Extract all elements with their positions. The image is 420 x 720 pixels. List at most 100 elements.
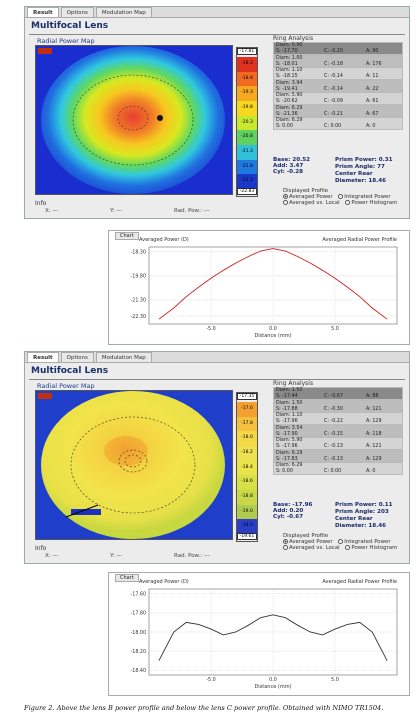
ring-sphere: S: 0.00 — [276, 124, 293, 129]
radial-power-map[interactable] — [35, 390, 233, 540]
radio-icon — [338, 539, 344, 544]
ring-axis: A: 0 — [366, 469, 376, 474]
diameter-value: Diameter: 18.46 — [335, 178, 387, 184]
ring-analysis-title: Ring Analysis — [273, 35, 314, 42]
x-tick-label: 5.0 — [331, 677, 339, 683]
ring-row[interactable]: Diam: 5.90 S: -17.96 C: -0.13 A: 121 — [273, 437, 403, 450]
ring-diameter: Diam: 6.29 — [276, 118, 303, 123]
tab-result[interactable]: Result — [27, 7, 59, 17]
scale-step-label: -21.8 — [237, 159, 257, 175]
ring-cylinder: C: 0.00 — [324, 469, 342, 474]
ring-axis: A: 129 — [366, 456, 382, 462]
ring-row[interactable]: Diam: 6.29 S: 0.00 C: 0.00 A: 0 — [273, 117, 403, 130]
ring-row[interactable]: Diam: 1.00 S: -18.01 C: -0.18 A: 176 — [273, 54, 403, 67]
ring-analysis-title: Ring Analysis — [273, 380, 314, 387]
option-power-histogram[interactable]: Power Histogram — [345, 200, 397, 206]
diameter-value: Diameter: 18.46 — [335, 523, 387, 529]
ring-sphere: S: -17.88 — [276, 406, 298, 412]
ring-diameter: Diam: 1.10 — [276, 413, 303, 418]
ring-axis: A: 0 — [366, 124, 376, 129]
radio-icon — [345, 545, 351, 550]
scale-step-label: -18.8 — [237, 71, 257, 87]
x-tick-label: 5.0 — [331, 326, 339, 332]
scale-step-label: -18.2 — [237, 446, 257, 461]
tab-modulation-map[interactable]: Modulation Map — [95, 7, 152, 17]
tab-bar: Result Options Modulation Map — [25, 352, 409, 363]
ring-diameter: Diam: 5.90 — [276, 438, 303, 443]
y-tick-label: -17.80 — [131, 611, 146, 617]
y-tick-label: -21.30 — [131, 298, 146, 304]
ring-diameter: Diam: 6.29 — [276, 105, 303, 111]
scale-min-label: -19.61 — [237, 533, 257, 540]
tab-result[interactable]: Result — [27, 352, 59, 362]
ring-cylinder: C: -0.14 — [324, 86, 343, 92]
displayed-profile: Displayed Profile Averaged Power Integra… — [283, 188, 408, 206]
ring-diameter: Diam: 6.29 — [276, 450, 303, 456]
ring-sphere: S: -21.36 — [276, 111, 298, 117]
ring-axis: A: 88 — [366, 394, 379, 399]
center-marker-icon — [157, 115, 163, 121]
y-tick-label: -22.30 — [131, 314, 146, 320]
ring-row[interactable]: Diam: 1.10 S: -18.15 C: -0.14 A: 11 — [273, 67, 403, 80]
panel-title: Multifocal Lens — [31, 366, 109, 376]
ring-axis: A: 61 — [366, 99, 379, 104]
ring-row[interactable]: Diam: 0.90 S: -17.70 C: -0.20 A: 90 — [273, 42, 403, 55]
ring-analysis: Ring Analysis Diam: 1.50 S: -17.44 C: -0.6… — [273, 380, 403, 475]
option-averaged-vs-local[interactable]: Averaged vs. Local — [283, 200, 340, 206]
ring-axis: A: 90 — [366, 49, 379, 54]
chart-panel-b: Chart Averaged Power (D) Averaged Radial … — [108, 572, 410, 696]
y-tick-label: -18.40 — [131, 668, 146, 674]
prism-power-value: Prism Power: 0.31 — [335, 157, 393, 163]
coord-readout: X: --- Y: --- Rad. Pow.: --- — [45, 553, 210, 559]
ring-row[interactable]: Diam: 6.29 S: -21.36 C: -0.21 A: 67 — [273, 104, 403, 117]
ring-row[interactable]: Diam: 3.94 S: -19.41 C: -0.14 A: 22 — [273, 79, 403, 92]
ring-cylinder: C: -0.15 — [324, 431, 343, 437]
tab-options[interactable]: Options — [60, 352, 94, 362]
x-axis-title: Distance (mm) — [254, 684, 291, 690]
figure-caption: Figure 2. Above the lens B power profile… — [24, 704, 384, 712]
ring-axis: A: 129 — [366, 419, 382, 424]
y-tick-label: -18.00 — [131, 630, 146, 636]
tab-modulation-map[interactable]: Modulation Map — [95, 352, 152, 362]
lens-stats: Base: 20.52 Add: 3.47 Cyl: -0.28 Prism P… — [273, 157, 408, 184]
x-tick-label: 0.0 — [269, 326, 277, 332]
scale-step-label: -20.8 — [237, 130, 257, 145]
scale-step-label: -18.3 — [237, 57, 257, 72]
coord-readout: X: --- Y: --- Rad. Pow.: --- — [45, 208, 210, 214]
ring-axis: A: 67 — [366, 111, 379, 117]
power-profile-chart-a: Averaged Power (D) Averaged Radial Power … — [131, 237, 398, 339]
ring-sphere: S: -17.44 — [276, 394, 298, 399]
ring-list: Diam: 1.50 S: -17.44 C: -0.67 A: 88 Diam: 1.… — [273, 387, 403, 475]
power-scale-bar: -17.81 -18.3 -18.8 -19.3 -19.8 -20.3 -20.8 -21.… — [236, 47, 258, 197]
ring-row[interactable]: Diam: 1.10 S: -17.96 C: -0.22 A: 129 — [273, 412, 403, 425]
radio-selected-icon — [283, 194, 288, 199]
ring-analysis: Ring Analysis Diam: 0.90 S: -17.70 C: -0.2… — [273, 35, 403, 130]
ring-cylinder: C: -0.22 — [324, 419, 343, 424]
x-tick-label: 0.0 — [269, 677, 277, 683]
x-axis-title: Distance (mm) — [254, 333, 291, 339]
ring-cylinder: C: -0.18 — [324, 61, 343, 67]
ring-row[interactable]: Diam: 1.50 S: -17.88 C: -0.30 A: 121 — [273, 399, 403, 412]
chart-title: Averaged Radial Power Profile — [322, 237, 397, 243]
tab-chart[interactable]: Chart — [115, 232, 139, 240]
ring-row[interactable]: Diam: 3.54 S: -17.90 C: -0.15 A: 118 — [273, 424, 403, 437]
scale-step-label: -20.3 — [237, 115, 257, 131]
ring-diameter: Diam: 1.50 — [276, 388, 303, 393]
option-averaged-vs-local[interactable]: Averaged vs. Local — [283, 545, 340, 551]
ring-row[interactable]: Diam: 6.29 S: -17.83 C: -0.13 A: 129 — [273, 449, 403, 462]
option-power-histogram[interactable]: Power Histogram — [345, 545, 397, 551]
ring-cylinder: C: -0.13 — [324, 456, 343, 462]
tab-options[interactable]: Options — [60, 7, 94, 17]
prism-angle-value: Prism Angle: 77 — [335, 164, 385, 170]
tab-chart[interactable]: Chart — [115, 574, 139, 582]
ring-row[interactable]: Diam: 5.90 S: -20.62 C: -0.09 A: 61 — [273, 92, 403, 105]
ring-sphere: S: -18.15 — [276, 74, 298, 79]
scale-step-label: -18.6 — [237, 475, 257, 490]
ring-diameter: Diam: 1.10 — [276, 68, 303, 73]
power-scale-bar: -17.35 -17.6 -17.8 -18.0 -18.2 -18.4 -18.6 -18.… — [236, 392, 258, 542]
ring-row[interactable]: Diam: 1.50 S: -17.44 C: -0.67 A: 88 — [273, 387, 403, 400]
ring-sphere: S: -17.96 — [276, 444, 298, 449]
radial-power-map[interactable] — [35, 45, 233, 195]
ring-row[interactable]: Diam: 6.29 S: 0.00 C: 0.00 A: 0 — [273, 462, 403, 475]
map-heatmap-a — [36, 46, 232, 194]
